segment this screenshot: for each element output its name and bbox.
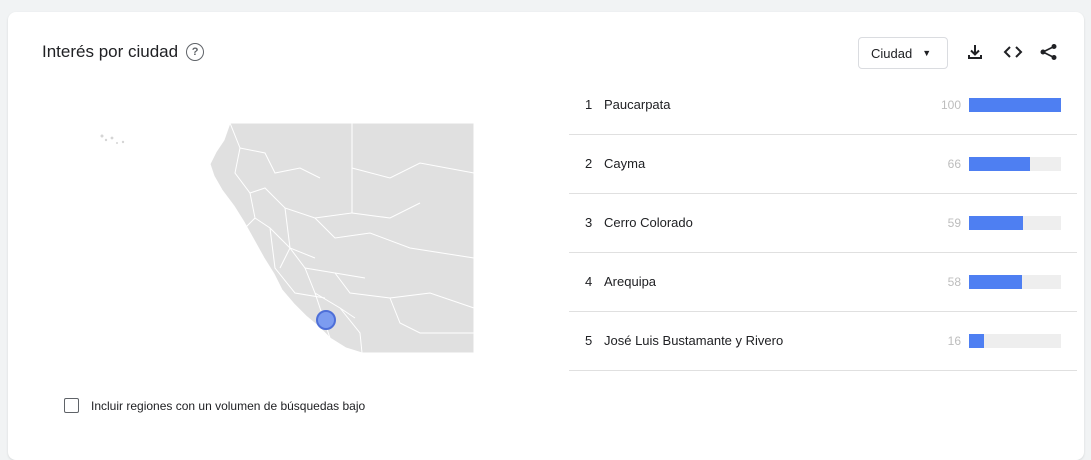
interest-bar-fill [969,157,1030,171]
embed-code-icon[interactable] [1003,43,1023,61]
interest-value: 58 [947,275,961,289]
interest-bar [969,98,1061,112]
city-marker-paucarpata[interactable] [316,310,336,330]
interest-value: 66 [947,157,961,171]
interest-bar-fill [969,334,984,348]
rank-number: 4 [585,274,593,289]
interest-value: 100 [940,98,961,112]
map-land [209,122,475,354]
city-name: Cayma [604,156,646,171]
low-volume-regions-toggle[interactable]: Incluir regiones con un volumen de búsqu… [64,398,365,413]
ranking-row[interactable]: 4 Arequipa 58 [569,253,1077,312]
resolution-select[interactable]: Ciudad ▼ [858,37,948,69]
card-title: Interés por ciudad ? [42,42,205,62]
interest-value: 16 [947,334,961,348]
share-icon[interactable] [1039,43,1059,61]
interest-bar-fill [969,216,1024,230]
ranking-list: 1 Paucarpata 100 2 Cayma 66 3 Cerro Colo… [569,76,1077,371]
download-icon[interactable] [966,43,984,61]
help-icon[interactable]: ? [186,43,205,61]
interest-value: 59 [947,216,961,230]
rank-number: 2 [585,156,593,171]
city-name: Paucarpata [604,97,671,112]
city-name: José Luis Bustamante y Rivero [604,333,784,348]
galapagos-islands [100,134,125,144]
card-title-text: Interés por ciudad [42,42,179,61]
city-name: Arequipa [604,274,657,289]
ranking-row[interactable]: 2 Cayma 66 [569,135,1077,194]
low-volume-checkbox-label: Incluir regiones con un volumen de búsqu… [91,398,366,413]
ranking-row[interactable]: 1 Paucarpata 100 [569,76,1077,135]
resolution-select-value: Ciudad [871,45,913,61]
interest-bar [969,275,1061,289]
interest-bar-fill [969,98,1061,112]
interest-bar [969,334,1061,348]
rank-number: 1 [585,97,593,112]
interest-bar [969,157,1061,171]
caret-down-icon: ▼ [922,48,932,58]
low-volume-checkbox[interactable] [64,398,79,413]
ranking-row[interactable]: 5 José Luis Bustamante y Rivero 16 [569,312,1077,371]
city-name: Cerro Colorado [604,215,693,230]
region-map[interactable] [90,118,480,358]
ranking-row[interactable]: 3 Cerro Colorado 59 [569,194,1077,253]
rank-number: 3 [585,215,593,230]
interest-bar [969,216,1061,230]
rank-number: 5 [585,333,593,348]
interest-bar-fill [969,275,1023,289]
